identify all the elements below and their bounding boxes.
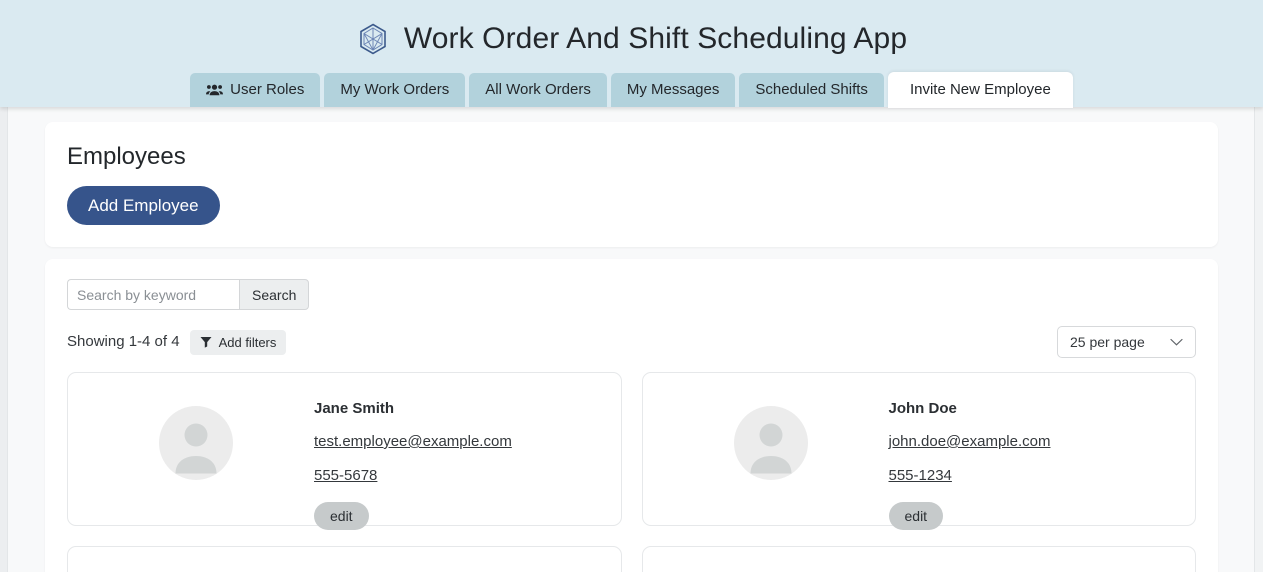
tab-label: All Work Orders <box>485 81 591 99</box>
employee-info: Michael Brown edit <box>314 567 420 572</box>
tab-user-roles[interactable]: User Roles <box>190 73 320 107</box>
page-title: Work Order And Shift Scheduling App <box>404 21 907 57</box>
tab-my-work-orders[interactable]: My Work Orders <box>324 73 465 107</box>
scrollbar-track[interactable] <box>1254 107 1263 572</box>
content-area: Employees Add Employee Search Showing 1-… <box>9 107 1254 572</box>
edit-button[interactable]: edit <box>314 502 369 530</box>
main-tab-bar: User Roles My Work Orders All Work Order… <box>0 72 1263 107</box>
app-window: Work Order And Shift Scheduling App User… <box>0 0 1263 572</box>
employee-info: Jane Smith test.employee@example.com 555… <box>314 393 512 530</box>
tab-label: Invite New Employee <box>910 81 1051 99</box>
employee-card[interactable]: Sarah Davis edit <box>642 546 1197 572</box>
left-gutter <box>0 107 8 572</box>
per-page-select[interactable]: 25 per page <box>1057 326 1196 358</box>
tab-label: Scheduled Shifts <box>755 81 868 99</box>
tab-scheduled-shifts[interactable]: Scheduled Shifts <box>739 73 884 107</box>
employee-email-link[interactable]: john.doe@example.com <box>889 432 1051 451</box>
app-header: Work Order And Shift Scheduling App User… <box>0 0 1263 107</box>
funnel-icon <box>200 336 212 348</box>
employee-card[interactable]: Jane Smith test.employee@example.com 555… <box>67 372 622 526</box>
avatar-placeholder-icon <box>159 406 233 480</box>
list-toolbar: Showing 1-4 of 4 Add filters 25 per page <box>67 326 1196 358</box>
tab-label: My Work Orders <box>340 81 449 99</box>
section-title: Employees <box>67 142 1196 172</box>
showing-count-text: Showing 1-4 of 4 <box>67 332 180 352</box>
employee-name: Jane Smith <box>314 399 512 418</box>
header-title-row: Work Order And Shift Scheduling App <box>0 0 1263 62</box>
chevron-down-icon <box>1170 338 1183 346</box>
avatar <box>663 393 879 480</box>
avatar-placeholder-icon <box>734 406 808 480</box>
employee-phone-link[interactable]: 555-1234 <box>889 466 952 485</box>
add-filters-button[interactable]: Add filters <box>190 330 287 355</box>
tab-all-work-orders[interactable]: All Work Orders <box>469 73 607 107</box>
tab-invite-new-employee[interactable]: Invite New Employee <box>888 72 1073 108</box>
employees-grid: Jane Smith test.employee@example.com 555… <box>67 372 1196 572</box>
edit-button[interactable]: edit <box>889 502 944 530</box>
search-button[interactable]: Search <box>239 279 309 310</box>
employee-info: John Doe john.doe@example.com 555-1234 e… <box>889 393 1051 530</box>
employees-list-panel: Search Showing 1-4 of 4 Add filters <box>45 259 1218 572</box>
search-row: Search <box>67 279 1196 310</box>
tab-my-messages[interactable]: My Messages <box>611 73 736 107</box>
avatar <box>663 567 879 572</box>
search-input[interactable] <box>67 279 239 310</box>
employee-email-link[interactable]: test.employee@example.com <box>314 432 512 451</box>
employee-info: Sarah Davis edit <box>889 567 975 572</box>
list-toolbar-left: Showing 1-4 of 4 Add filters <box>67 330 286 355</box>
employee-card[interactable]: Michael Brown edit <box>67 546 622 572</box>
add-filters-label: Add filters <box>219 335 277 350</box>
tab-label: User Roles <box>230 81 304 99</box>
users-icon <box>206 83 223 97</box>
per-page-label: 25 per page <box>1070 334 1145 350</box>
employee-card[interactable]: John Doe john.doe@example.com 555-1234 e… <box>642 372 1197 526</box>
add-employee-button[interactable]: Add Employee <box>67 186 220 225</box>
employee-name: John Doe <box>889 399 1051 418</box>
avatar <box>88 567 304 572</box>
avatar <box>88 393 304 480</box>
tab-label: My Messages <box>627 81 720 99</box>
employee-phone-link[interactable]: 555-5678 <box>314 466 377 485</box>
hexagon-polyhedron-icon <box>356 22 390 56</box>
page-body: Employees Add Employee Search Showing 1-… <box>0 107 1263 572</box>
employees-header-panel: Employees Add Employee <box>45 122 1218 247</box>
